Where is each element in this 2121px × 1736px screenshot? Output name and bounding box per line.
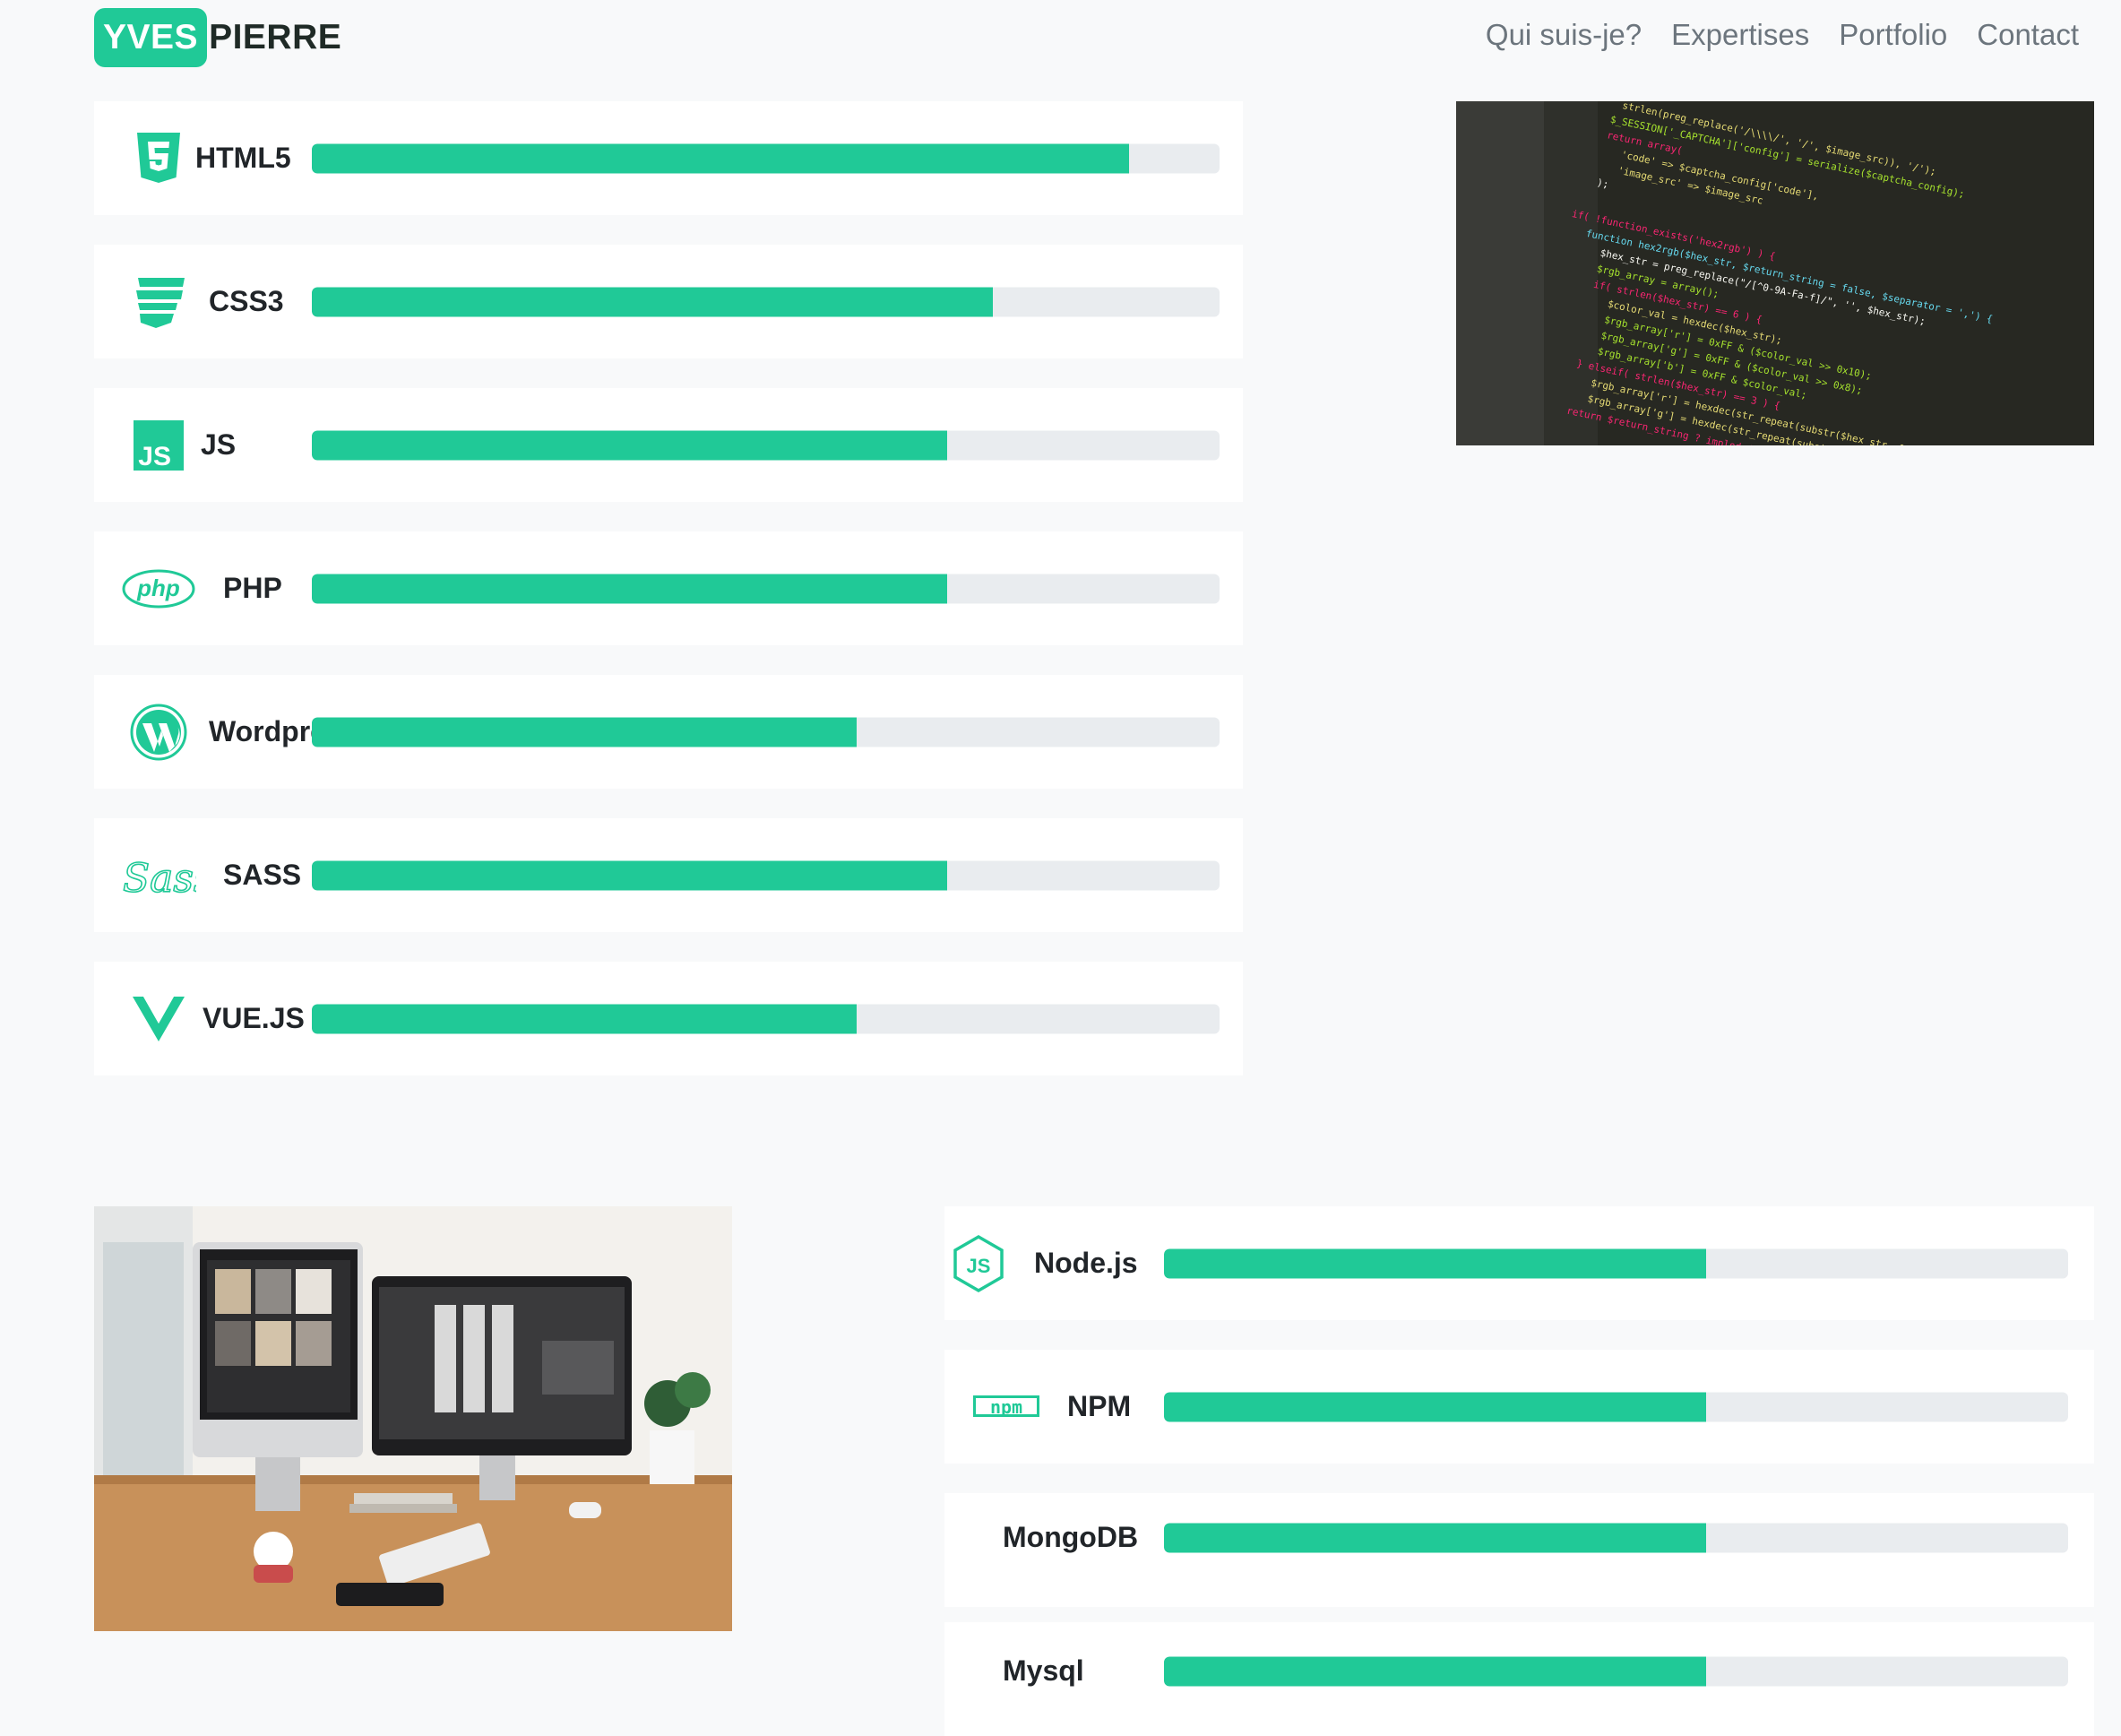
skill-card-html5: HTML5 (94, 101, 1243, 215)
skill-progress-bar (312, 143, 1220, 173)
logo-first-name: YVES (94, 8, 208, 67)
skill-name: CSS3 (209, 285, 284, 317)
svg-text:php: php (136, 574, 180, 601)
skill-name: MongoDB (1003, 1521, 1139, 1553)
wordpress-icon (121, 675, 196, 789)
skill-card-nodejs: JS Node.js (944, 1206, 2094, 1320)
php-icon: php (121, 531, 196, 645)
nav-link-portfolio[interactable]: Portfolio (1839, 18, 1947, 52)
code-editor-photo: strlen(preg_replace('/\\\\/', '/', $imag… (1456, 101, 2094, 445)
skill-card-js: JS JS (94, 388, 1243, 502)
skill-name: PHP (223, 572, 282, 604)
logo-last-name: PIERRE (209, 18, 342, 56)
svg-text:JS: JS (138, 442, 171, 471)
vuejs-icon (121, 962, 196, 1075)
skill-progress-bar (312, 860, 1220, 890)
skill-card-vuejs: VUE.JS (94, 962, 1243, 1075)
skill-progress-bar (1164, 1392, 2068, 1421)
nav-link-about[interactable]: Qui suis-je? (1486, 18, 1642, 52)
skill-card-css3: CSS3 (94, 245, 1243, 358)
svg-text:);: ); (1596, 177, 1610, 190)
skill-card-sass: Sass SASS (94, 818, 1243, 932)
skill-progress-bar (312, 287, 1220, 316)
css3-icon (121, 245, 196, 358)
skill-card-wordpress: Wordpress (94, 675, 1243, 789)
skill-card-mongodb: MongoDB (944, 1493, 2094, 1607)
skill-name: VUE.JS (203, 1002, 305, 1034)
svg-text:Sass: Sass (123, 856, 196, 902)
skill-progress-bar (312, 574, 1220, 603)
site-logo[interactable]: YVES PIERRE (94, 7, 341, 68)
desk-computers-photo (94, 1206, 732, 1631)
skill-name: NPM (1067, 1390, 1132, 1422)
skill-progress-bar (1164, 1523, 2068, 1553)
skill-name: JS (201, 428, 237, 461)
skill-name: Wordpress (209, 715, 312, 747)
main-nav: Qui suis-je? Expertises Portfolio Contac… (1486, 18, 2079, 52)
skill-name: Node.js (1034, 1247, 1138, 1279)
skill-card-mysql: Mysql (944, 1622, 2094, 1736)
npm-icon: npm (971, 1350, 1041, 1464)
skill-progress-bar (312, 1004, 1220, 1033)
skill-card-php: php PHP (94, 531, 1243, 645)
svg-text:npm: npm (990, 1396, 1022, 1418)
svg-text:JS: JS (967, 1255, 991, 1277)
skill-name: HTML5 (195, 142, 291, 174)
skill-progress-bar (1164, 1248, 2068, 1278)
skill-name: Mysql (1003, 1654, 1084, 1687)
html5-icon (121, 101, 196, 215)
skill-progress-bar (312, 717, 1220, 747)
nav-link-expertises[interactable]: Expertises (1671, 18, 1809, 52)
sass-icon: Sass (119, 818, 198, 932)
skill-card-npm: npm NPM (944, 1350, 2094, 1464)
skill-name: SASS (223, 859, 302, 891)
js-icon: JS (121, 388, 196, 502)
nav-link-contact[interactable]: Contact (1977, 18, 2079, 52)
nodejs-icon: JS (950, 1206, 1007, 1320)
skill-progress-bar (312, 430, 1220, 460)
skill-progress-bar (1164, 1656, 2068, 1687)
